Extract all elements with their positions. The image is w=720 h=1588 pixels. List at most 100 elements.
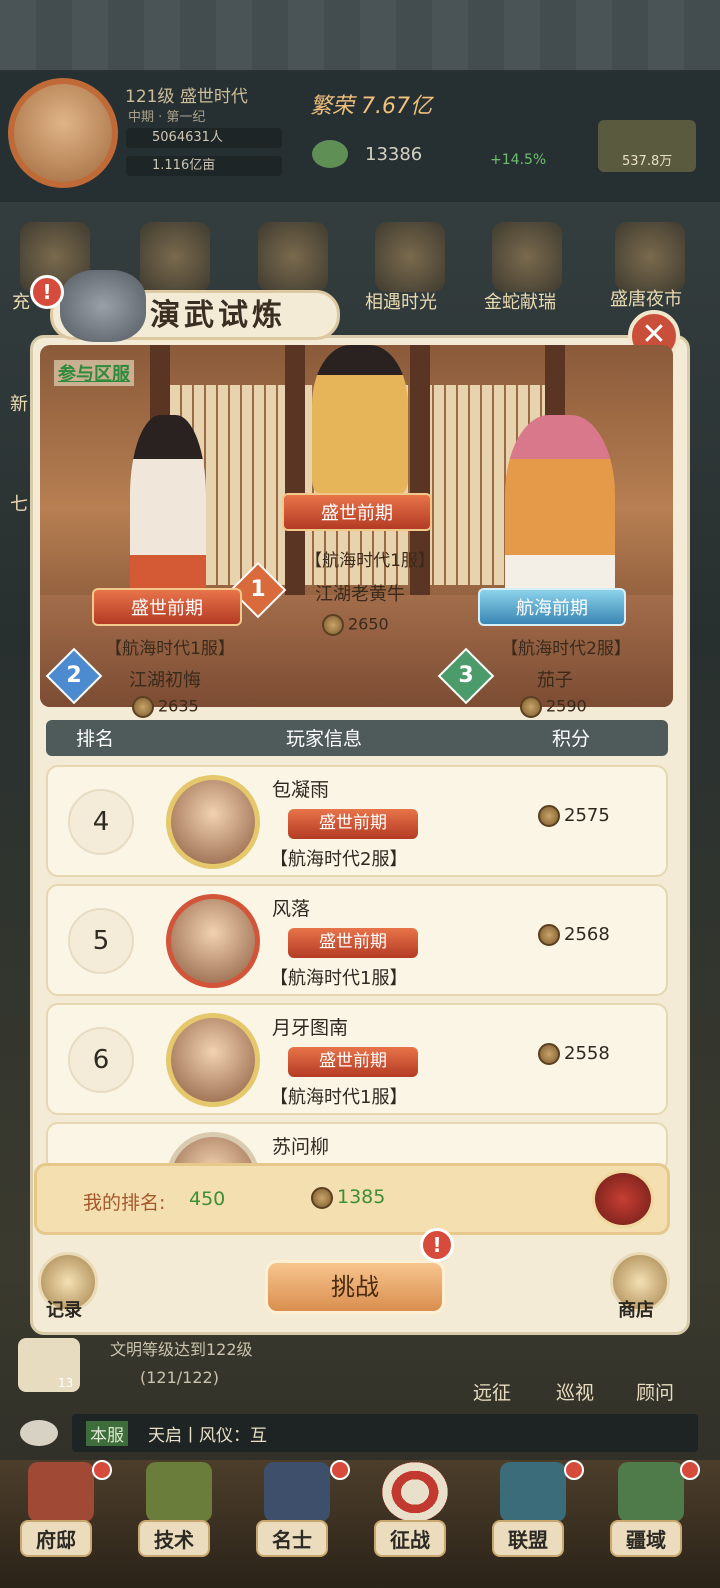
night-market-icon[interactable]: [615, 222, 685, 292]
expedition-label[interactable]: 远征: [473, 1378, 511, 1405]
nav-tech[interactable]: 技术: [124, 1462, 234, 1558]
panel-title: 演武试炼: [150, 298, 286, 333]
dragon-mascot-icon: [60, 270, 146, 342]
patrol-label[interactable]: 巡视: [556, 1378, 594, 1405]
participating-servers-link[interactable]: 参与区服: [54, 360, 134, 386]
player-avatar[interactable]: [8, 78, 118, 188]
chat-message: 天启丨风仪：互: [148, 1426, 267, 1446]
score-icon: [520, 696, 542, 718]
bg-label-seven: 七: [10, 494, 28, 515]
row-server: 【航海时代1服】: [270, 968, 408, 989]
row-stage-badge: 盛世前期: [288, 809, 418, 839]
ranking-row[interactable]: 6 月牙图南 盛世前期 【航海时代1服】 2558: [46, 1003, 668, 1115]
tech-icon: [146, 1462, 212, 1522]
score-icon: [538, 924, 560, 946]
challenge-alert-icon: !: [420, 1228, 454, 1262]
reward-chest-icon[interactable]: [592, 1170, 654, 1228]
ranking-header: 排名 玩家信息 积分: [46, 720, 668, 756]
coin-count: 13386: [365, 144, 423, 165]
bg-label-night-market: 盛唐夜市: [610, 289, 682, 310]
chat-bubble-icon[interactable]: [20, 1420, 58, 1446]
task-text: 文明等级达到122级: [110, 1340, 253, 1359]
score-icon: [322, 614, 344, 636]
player-avatar[interactable]: [166, 775, 260, 869]
row-score: 2575: [538, 805, 610, 827]
shop-label: 商店: [618, 1300, 654, 1321]
row-player-name: 风落: [272, 898, 311, 920]
score-icon: [538, 805, 560, 827]
notification-dot: [564, 1460, 584, 1480]
score-icon: [132, 696, 154, 718]
my-rank-bar: 我的排名: 450 1385: [34, 1163, 670, 1235]
player-avatar[interactable]: [166, 894, 260, 988]
rank2-server: 【航海时代1服】: [105, 639, 235, 659]
rank1-score: 2650: [322, 614, 389, 636]
coin-icon: [312, 140, 348, 168]
alliance-banner-icon: [500, 1462, 566, 1522]
growth-rate: +14.5%: [490, 152, 547, 168]
ranking-row[interactable]: 4 包凝雨 盛世前期 【航海时代2服】 2575: [46, 765, 668, 877]
task-count: 13: [58, 1376, 74, 1390]
col-score-header: 积分: [552, 728, 591, 750]
nav-battle[interactable]: 征战: [360, 1462, 470, 1558]
celebrity-icon: [264, 1462, 330, 1522]
wood-resource[interactable]: 537.8万: [598, 120, 696, 172]
chat-channel-tag: 本服: [86, 1421, 128, 1446]
row-rank: 6: [68, 1027, 134, 1093]
notification-dot: [92, 1460, 112, 1480]
row-rank: 5: [68, 908, 134, 974]
rank1-character[interactable]: [312, 345, 408, 495]
title-alert-icon[interactable]: !: [30, 275, 64, 309]
nav-label: 技术: [138, 1520, 210, 1557]
notification-dot: [330, 1460, 350, 1480]
rank3-stage-badge: 航海前期: [478, 588, 626, 626]
player-avatar[interactable]: [166, 1013, 260, 1107]
rank3-character[interactable]: [505, 415, 615, 615]
player-level: 121级 盛世时代: [125, 87, 248, 107]
row-player-name: 月牙图南: [272, 1017, 349, 1039]
row-player-name: 苏问柳: [272, 1136, 330, 1158]
chat-bar[interactable]: 本服 天启丨风仪：互: [72, 1414, 698, 1452]
nav-label: 名士: [256, 1520, 328, 1557]
snake-event-icon[interactable]: [492, 222, 562, 292]
score-icon: [311, 1186, 333, 1209]
col-info-header: 玩家信息: [286, 728, 363, 750]
row-server: 【航海时代2服】: [270, 849, 408, 870]
advisor-label[interactable]: 顾问: [636, 1378, 674, 1405]
bg-label-recharge: 充: [12, 292, 30, 313]
col-rank-header: 排名: [76, 728, 115, 750]
rank2-name: 江湖初悔: [129, 670, 201, 691]
game-screen: 121级 盛世时代 中期 · 第一纪 5064631人 1.116亿亩 繁荣 7…: [0, 0, 720, 1588]
ranking-row[interactable]: 5 风落 盛世前期 【航海时代1服】 2568: [46, 884, 668, 996]
my-score: 1385: [311, 1186, 385, 1209]
sub-era: 中期 · 第一纪: [128, 110, 206, 125]
rank2-character[interactable]: [130, 415, 206, 615]
territory-icon: [618, 1462, 684, 1522]
rank2-score: 2635: [132, 696, 199, 718]
nav-label: 联盟: [492, 1520, 564, 1557]
row-stage-badge: 盛世前期: [288, 1047, 418, 1077]
record-label: 记录: [46, 1300, 82, 1321]
challenge-button[interactable]: 挑战: [265, 1260, 445, 1314]
mansion-icon: [28, 1462, 94, 1522]
rank1-stage-badge: 盛世前期: [282, 493, 432, 531]
row-score: 2568: [538, 924, 610, 946]
row-rank: 4: [68, 789, 134, 855]
notification-dot: [680, 1460, 700, 1480]
row-server: 【航海时代1服】: [270, 1087, 408, 1108]
score-icon: [538, 1043, 560, 1065]
rank3-name: 茄子: [537, 670, 573, 691]
rank3-server: 【航海时代2服】: [501, 639, 631, 659]
row-stage-badge: 盛世前期: [288, 928, 418, 958]
my-rank-label: 我的排名:: [83, 1192, 166, 1214]
event-meeting-icon[interactable]: [375, 222, 445, 292]
target-icon: [382, 1462, 448, 1522]
population-stat: 5064631人: [126, 128, 282, 148]
row-score: 2558: [538, 1043, 610, 1065]
nav-label: 府邸: [20, 1520, 92, 1557]
rank3-score: 2590: [520, 696, 587, 718]
land-stat: 1.116亿亩: [126, 156, 282, 176]
bg-label-snake: 金蛇献瑞: [484, 292, 556, 313]
nav-label: 征战: [374, 1520, 446, 1557]
bg-label-meeting: 相遇时光: [365, 292, 437, 313]
